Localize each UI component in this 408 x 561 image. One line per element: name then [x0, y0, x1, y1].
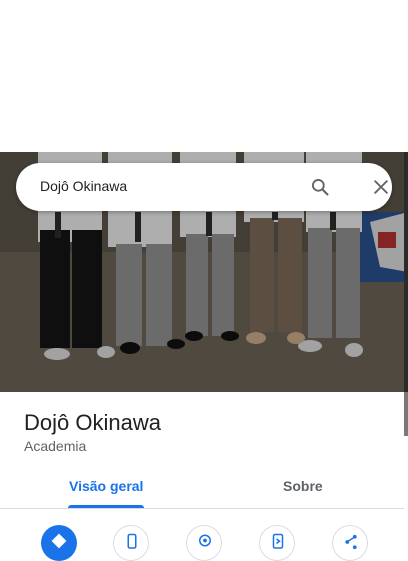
tab-overview[interactable]: Visão geral — [69, 478, 143, 494]
scrollbar-track[interactable] — [404, 152, 408, 392]
place-category: Academia — [24, 438, 87, 454]
directions-icon — [51, 533, 67, 549]
phone-icon — [127, 533, 137, 549]
tab-about[interactable]: Sobre — [283, 478, 323, 494]
send-to-phone-button[interactable] — [259, 525, 295, 561]
tab-divider — [0, 508, 404, 509]
share-button[interactable] — [332, 525, 368, 561]
directions-button[interactable] — [41, 525, 77, 561]
save-button[interactable] — [186, 525, 222, 561]
call-button[interactable] — [113, 525, 149, 561]
search-input[interactable]: Dojô Okinawa — [40, 178, 127, 194]
send-to-phone-icon — [272, 533, 284, 549]
close-icon[interactable] — [371, 177, 391, 197]
location-pin-icon — [199, 534, 211, 547]
search-bar[interactable]: Dojô Okinawa — [16, 163, 392, 211]
blank-map-area — [0, 0, 408, 152]
share-icon — [345, 534, 357, 550]
place-title: Dojô Okinawa — [24, 410, 161, 435]
search-icon[interactable] — [310, 177, 330, 197]
scrollbar-thumb[interactable] — [404, 392, 408, 436]
